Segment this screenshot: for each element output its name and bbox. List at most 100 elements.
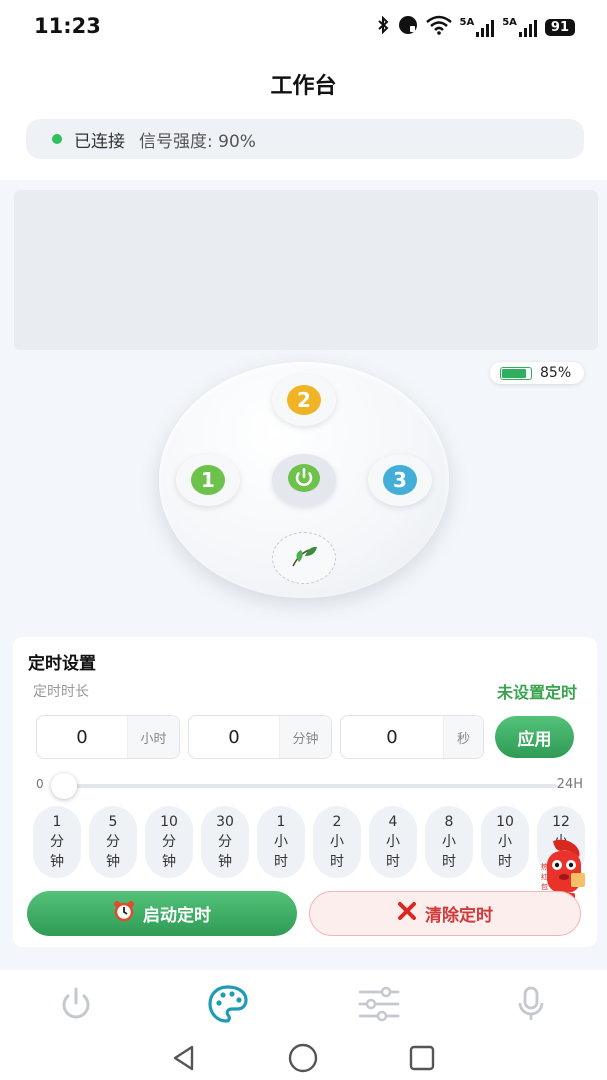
timer-preset-text: 分 <box>106 834 120 850</box>
power-icon <box>57 985 95 1027</box>
recents-square-icon <box>407 1043 437 1077</box>
power-button[interactable] <box>272 454 336 506</box>
timer-preset-chip[interactable]: 2 小时 <box>313 806 361 878</box>
minutes-unit: 分钟 <box>279 716 331 758</box>
start-timer-label: 启动定时 <box>143 906 211 926</box>
device-battery-badge: 85% <box>490 362 584 384</box>
timer-preset-chip[interactable]: 30 分钟 <box>201 806 249 878</box>
timer-preset-text: 8 <box>444 814 454 830</box>
connection-bar: 已连接 信号强度: 90% <box>26 119 584 159</box>
slider-max-label: 24H <box>556 777 583 792</box>
apply-button[interactable]: 应用 <box>495 716 574 758</box>
eco-mode-button[interactable] <box>272 532 336 584</box>
timer-preset-text: 2 <box>332 814 342 830</box>
timer-preset-text: 4 <box>388 814 398 830</box>
timer-preset-text: 分 <box>218 834 232 850</box>
home-circle-icon <box>287 1042 319 1078</box>
timer-preset-text: 钟 <box>106 854 120 870</box>
tab-power[interactable] <box>54 984 98 1028</box>
seconds-value[interactable]: 0 <box>341 727 443 748</box>
svg-text:包: 包 <box>541 882 548 891</box>
seconds-input[interactable]: 0 秒 <box>340 715 484 759</box>
back-triangle-icon <box>170 1044 198 1076</box>
timer-preset-text: 时 <box>274 854 288 870</box>
battery-icon: 91 <box>544 18 575 36</box>
timer-slider-track[interactable] <box>57 784 557 788</box>
timer-presets: 1分钟5分钟10分钟30分钟1小时2小时4小时8小时10小时12小时 <box>33 806 585 878</box>
timer-status: 未设置定时 <box>496 683 577 702</box>
hours-value[interactable]: 0 <box>37 727 127 748</box>
timer-preset-text: 时 <box>498 854 512 870</box>
connection-status: 已连接 <box>74 131 125 152</box>
mode-1-button[interactable]: 1 <box>176 454 240 506</box>
timer-preset-text: 小 <box>330 834 344 850</box>
nfc-icon <box>398 15 418 39</box>
bluetooth-icon <box>376 15 390 38</box>
hours-input[interactable]: 0 小时 <box>36 715 180 759</box>
timer-preset-chip[interactable]: 5 分钟 <box>89 806 137 878</box>
timer-preset-text: 时 <box>442 854 456 870</box>
start-timer-button[interactable]: 启动定时 <box>27 891 297 936</box>
timer-preset-text: 10 <box>160 814 178 830</box>
timer-preset-text: 钟 <box>162 854 176 870</box>
timer-preset-text: 小 <box>386 834 400 850</box>
svg-text:热: 热 <box>541 862 548 871</box>
connection-dot-icon <box>52 134 62 144</box>
number-1-icon: 1 <box>191 465 225 495</box>
timer-preset-text: 小 <box>442 834 456 850</box>
timer-preset-text: 1 <box>52 814 62 830</box>
status-time: 11:23 <box>34 14 101 38</box>
timer-preset-text: 小 <box>274 834 288 850</box>
header: 工作台 已连接 信号强度: 90% <box>0 56 607 180</box>
signal-icon: 5A <box>460 17 495 37</box>
leaf-icon <box>289 544 319 572</box>
home-button[interactable] <box>283 1042 323 1078</box>
device-battery-icon <box>500 366 532 380</box>
clear-timer-label: 清除定时 <box>425 906 493 926</box>
tab-palette[interactable] <box>206 984 250 1028</box>
preview-area <box>14 190 598 350</box>
timer-preset-chip[interactable]: 1 分钟 <box>33 806 81 878</box>
minutes-value[interactable]: 0 <box>189 727 279 748</box>
timer-preset-text: 5 <box>108 814 118 830</box>
timer-slider-thumb[interactable] <box>51 773 77 799</box>
timer-preset-text: 时 <box>330 854 344 870</box>
back-button[interactable] <box>164 1044 204 1076</box>
signal-icon-2: 5A <box>502 17 537 37</box>
timer-preset-chip[interactable]: 8 小时 <box>425 806 473 878</box>
timer-preset-chip[interactable]: 4 小时 <box>369 806 417 878</box>
hours-unit: 小时 <box>127 716 179 758</box>
tab-voice[interactable] <box>509 984 553 1028</box>
timer-preset-chip[interactable]: 10 分钟 <box>145 806 193 878</box>
timer-preset-text: 钟 <box>50 854 64 870</box>
timer-title: 定时设置 <box>28 654 96 674</box>
status-bar: 11:23 5A 5A 91 <box>0 0 607 56</box>
mode-2-button[interactable]: 2 <box>272 374 336 426</box>
bottom-tab-bar <box>0 970 607 1040</box>
timer-preset-text: 时 <box>386 854 400 870</box>
microphone-icon <box>515 985 547 1027</box>
timer-preset-text: 钟 <box>218 854 232 870</box>
tab-settings[interactable] <box>357 984 401 1028</box>
minutes-input[interactable]: 0 分钟 <box>188 715 332 759</box>
number-2-icon: 2 <box>287 385 321 415</box>
timer-preset-text: 12 <box>552 814 570 830</box>
timer-preset-text: 分 <box>162 834 176 850</box>
sliders-icon <box>358 986 400 1026</box>
signal-strength: 信号强度: 90% <box>139 131 256 152</box>
timer-preset-text: 10 <box>496 814 514 830</box>
timer-card: 定时设置 定时时长 未设置定时 0 小时 0 分钟 0 秒 应用 0 24H 1… <box>13 637 597 947</box>
clear-timer-button[interactable]: 清除定时 <box>309 891 581 936</box>
mode-3-button[interactable]: 3 <box>368 454 432 506</box>
remote-control: 2 1 3 <box>159 362 449 598</box>
number-3-icon: 3 <box>383 465 417 495</box>
close-icon <box>397 901 417 926</box>
recents-button[interactable] <box>402 1044 442 1076</box>
seconds-unit: 秒 <box>443 716 483 758</box>
timer-preset-text: 小 <box>498 834 512 850</box>
device-battery-text: 85% <box>540 365 572 381</box>
slider-min-label: 0 <box>36 777 44 791</box>
timer-preset-chip[interactable]: 10 小时 <box>481 806 529 878</box>
timer-preset-chip[interactable]: 1 小时 <box>257 806 305 878</box>
timer-preset-text: 分 <box>50 834 64 850</box>
